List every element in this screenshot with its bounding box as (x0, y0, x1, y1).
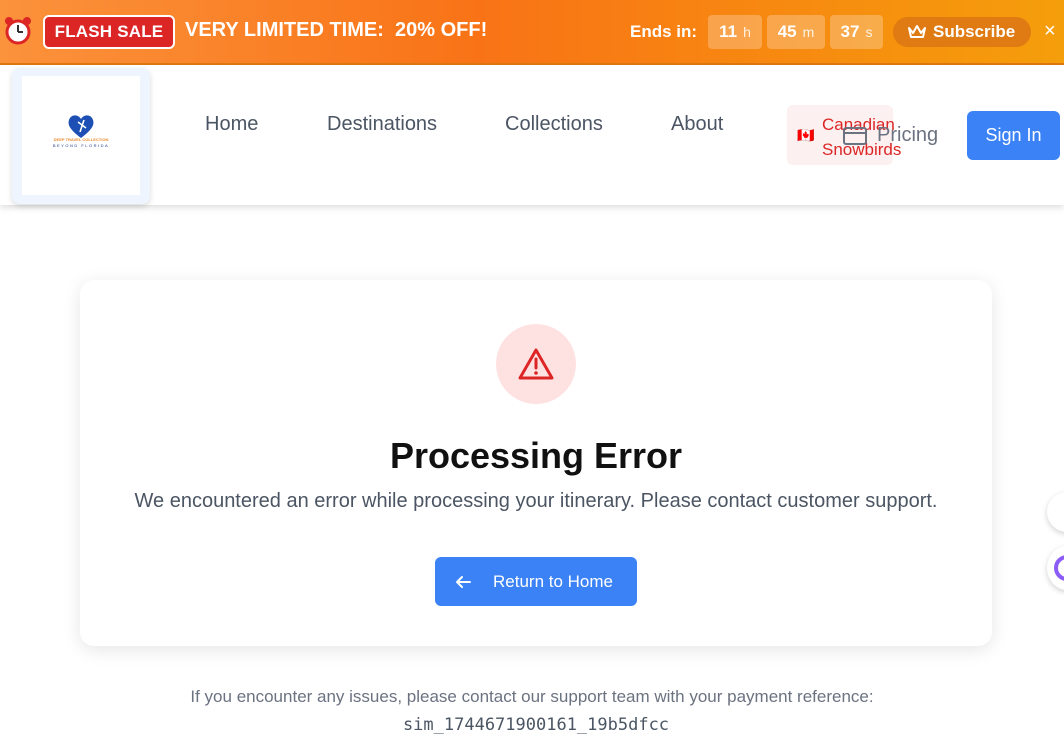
chat-bubble-icon (1054, 555, 1064, 581)
return-home-button[interactable]: Return to Home (435, 557, 637, 606)
warning-triangle-icon (517, 347, 555, 381)
pricing-link[interactable]: Pricing (843, 124, 938, 147)
logo-heart-icon (68, 115, 94, 138)
pricing-label: Pricing (877, 124, 939, 146)
countdown-minutes: 45 m (767, 15, 825, 49)
flash-sale-banner: FLASH SALE VERY LIMITED TIME: 20% OFF! E… (0, 0, 1064, 65)
credit-card-icon (843, 126, 867, 145)
canada-flag-icon: 🇨🇦 (797, 127, 815, 143)
subscribe-label: Subscribe (933, 22, 1016, 41)
flash-sale-badge: FLASH SALE (43, 15, 175, 49)
logo-text-top: DEEP TRAVEL COLLECTION (53, 137, 109, 142)
logo-card[interactable]: DEEP TRAVEL COLLECTION BEYOND FLORIDA (12, 68, 150, 204)
logo-text-bottom: BEYOND FLORIDA (52, 143, 110, 148)
support-text: If you encounter any issues, please cont… (190, 687, 874, 706)
alarm-clock-icon (4, 15, 32, 45)
floating-widget-top[interactable] (1047, 492, 1064, 532)
payment-reference: sim_1744671900161_19b5dfcc (402, 715, 670, 734)
error-title: Processing Error (389, 435, 683, 476)
close-banner-button[interactable]: × (1044, 20, 1064, 44)
arrow-left-icon (455, 575, 471, 589)
subscribe-button[interactable]: Subscribe (893, 17, 1031, 47)
countdown-hours: 11 h (708, 15, 762, 49)
logo[interactable]: DEEP TRAVEL COLLECTION BEYOND FLORIDA (22, 76, 140, 195)
nav-home[interactable]: Home (205, 113, 258, 136)
return-home-label: Return to Home (493, 571, 613, 591)
nav-collections[interactable]: Collections (505, 113, 603, 136)
crown-icon (907, 24, 927, 40)
promo-text: VERY LIMITED TIME: 20% OFF! (185, 19, 488, 41)
site-header: DEEP TRAVEL COLLECTION BEYOND FLORIDA Ho… (0, 65, 1064, 205)
nav-about[interactable]: About (671, 113, 723, 136)
error-card: Processing Error We encountered an error… (80, 280, 992, 646)
error-message: We encountered an error while processing… (134, 490, 938, 512)
sign-in-button[interactable]: Sign In (967, 111, 1060, 160)
countdown-seconds: 37 s (830, 15, 883, 49)
floating-chat-widget[interactable] (1047, 546, 1064, 590)
nav-destinations[interactable]: Destinations (327, 113, 437, 136)
countdown-label: Ends in: (630, 22, 698, 41)
error-icon-circle (496, 324, 576, 404)
